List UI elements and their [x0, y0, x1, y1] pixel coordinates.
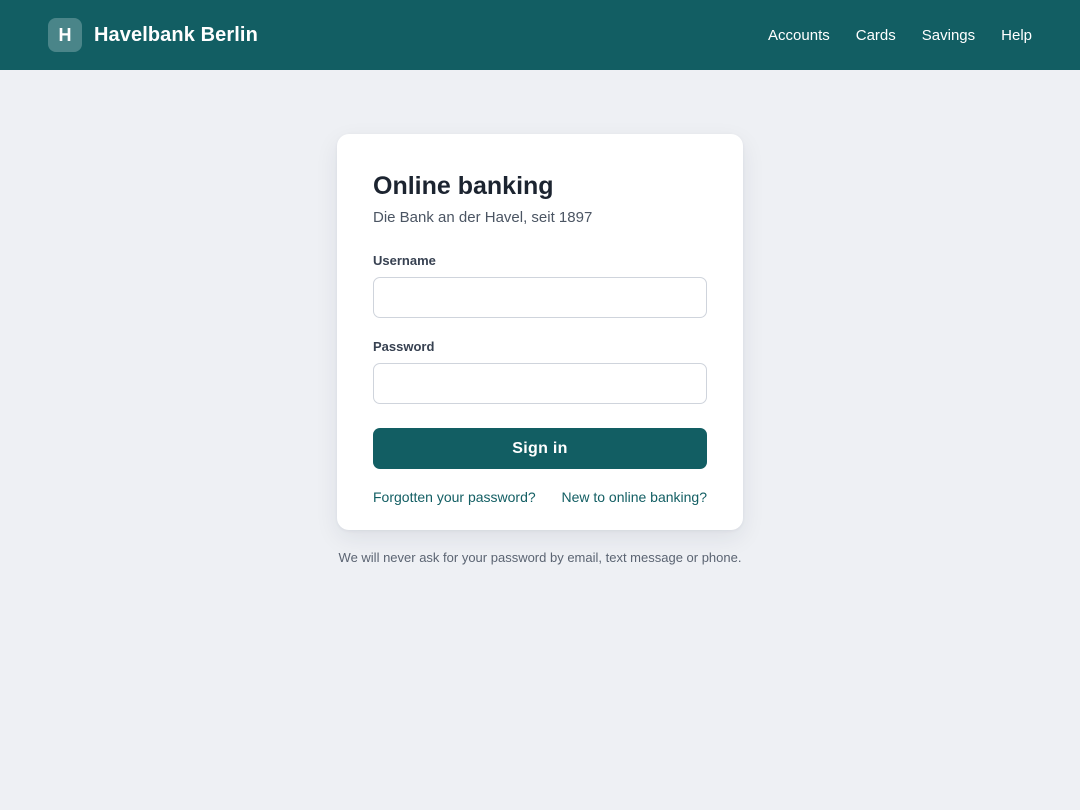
nav-link-accounts[interactable]: Accounts — [768, 27, 830, 44]
register-link[interactable]: New to online banking? — [561, 489, 707, 505]
brand[interactable]: H Havelbank Berlin — [48, 18, 258, 52]
username-input[interactable] — [373, 277, 707, 318]
brand-logo-icon: H — [48, 18, 82, 52]
forgot-password-link[interactable]: Forgotten your password? — [373, 489, 536, 505]
nav-link-savings[interactable]: Savings — [922, 27, 975, 44]
nav-link-help[interactable]: Help — [1001, 27, 1032, 44]
password-input[interactable] — [373, 363, 707, 404]
page-subtitle: Die Bank an der Havel, seit 1897 — [373, 209, 593, 226]
brand-name: Havelbank Berlin — [94, 23, 258, 46]
main-nav: Accounts Cards Savings Help — [768, 27, 1032, 44]
sign-in-button[interactable]: Sign in — [373, 428, 707, 469]
login-links: Forgotten your password? New to online b… — [373, 489, 707, 505]
username-label: Username — [373, 253, 436, 268]
nav-link-cards[interactable]: Cards — [856, 27, 896, 44]
security-notice: We will never ask for your password by e… — [338, 550, 742, 565]
password-label: Password — [373, 339, 435, 354]
page-title: Online banking — [373, 172, 554, 200]
top-navigation-bar: H Havelbank Berlin Accounts Cards Saving… — [0, 0, 1080, 70]
login-card: Online banking Die Bank an der Havel, se… — [337, 134, 743, 530]
